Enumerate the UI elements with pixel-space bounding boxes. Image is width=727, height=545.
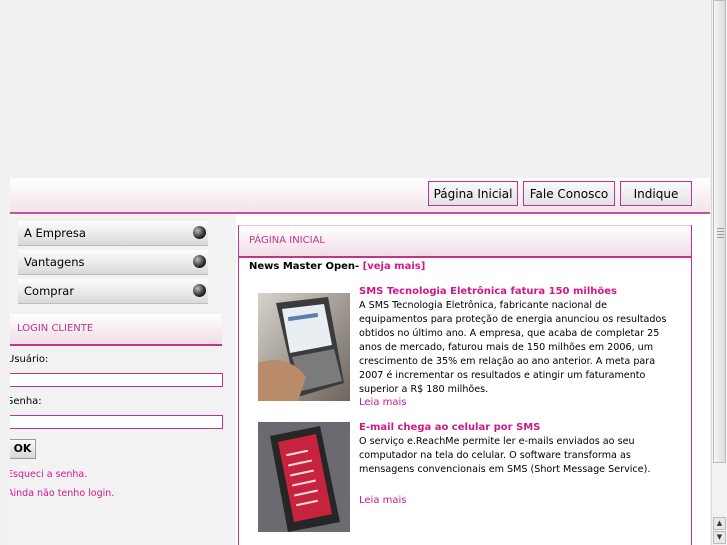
bullet-ball-icon: [193, 255, 206, 268]
menu-item-label: Comprar: [24, 284, 75, 298]
top-nav-bar: Página Inicial Fale Conosco Indique: [10, 178, 710, 214]
news-master-line: News Master Open- [veja mais]: [249, 261, 425, 272]
forgot-password-link[interactable]: Esqueci a senha.: [10, 469, 87, 480]
login-header: LOGIN CLIENTE: [10, 314, 222, 346]
bullet-ball-icon: [193, 226, 206, 239]
no-login-link[interactable]: Ainda não tenho login.: [10, 488, 114, 499]
news-master-label: News Master Open-: [249, 261, 360, 272]
menu-item-comprar[interactable]: Comprar: [18, 279, 208, 304]
login-title: LOGIN CLIENTE: [17, 323, 94, 334]
main-content: PÁGINA INICIAL News Master Open- [veja m…: [238, 225, 692, 545]
read-more-link[interactable]: Leia mais: [359, 495, 407, 506]
menu-item-label: Vantagens: [24, 255, 85, 269]
username-label: Usuário:: [10, 354, 49, 365]
left-sidebar: A Empresa Vantagens Comprar LOGIN CLIENT…: [10, 215, 236, 545]
home-button[interactable]: Página Inicial: [428, 181, 518, 206]
vertical-scrollbar[interactable]: ▲ ▼: [711, 0, 727, 545]
grip-line: [717, 234, 724, 235]
password-label: Senha:: [10, 396, 42, 407]
content-title: PÁGINA INICIAL: [249, 235, 325, 246]
read-more-link[interactable]: Leia mais: [359, 397, 407, 408]
login-ok-button[interactable]: OK: [10, 439, 36, 459]
grip-line: [717, 228, 724, 229]
news-master-more-link[interactable]: [veja mais]: [363, 261, 426, 272]
password-input[interactable]: [10, 415, 223, 429]
menu-item-empresa[interactable]: A Empresa: [18, 221, 208, 246]
scroll-up-icon[interactable]: ▲: [713, 517, 726, 530]
mobile-email-photo: [258, 422, 350, 532]
menu-item-vantagens[interactable]: Vantagens: [18, 250, 208, 275]
grip-line: [717, 237, 724, 238]
page-container: Página Inicial Fale Conosco Indique A Em…: [10, 178, 710, 545]
content-header: PÁGINA INICIAL: [239, 225, 691, 258]
scrollbar-thumb[interactable]: [713, 0, 726, 463]
scroll-down-icon[interactable]: ▼: [713, 531, 726, 544]
article-title[interactable]: E-mail chega ao celular por SMS: [359, 422, 540, 433]
bullet-ball-icon: [193, 284, 206, 297]
grip-line: [717, 231, 724, 232]
phone-sms-photo: [258, 293, 350, 401]
refer-button[interactable]: Indique: [620, 181, 692, 206]
contact-button[interactable]: Fale Conosco: [523, 181, 615, 206]
article-body: O serviço e.ReachMe permite ler e-mails …: [359, 436, 651, 475]
menu-item-label: A Empresa: [24, 226, 86, 240]
article-body: A SMS Tecnologia Eletrônica, fabricante …: [359, 300, 667, 395]
article-title[interactable]: SMS Tecnologia Eletrônica fatura 150 mil…: [359, 286, 617, 297]
username-input[interactable]: [10, 373, 223, 387]
